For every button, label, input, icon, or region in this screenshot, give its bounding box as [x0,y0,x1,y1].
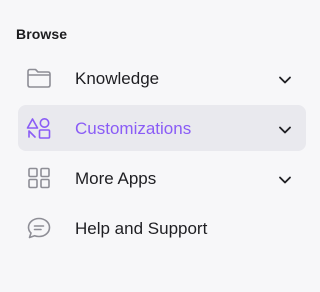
nav-item-help-and-support[interactable]: Help and Support [18,205,306,251]
section-title: Browse [16,26,68,42]
nav-item-label: Help and Support [75,219,208,238]
nav-item-label: More Apps [75,169,157,188]
chevron-down-icon[interactable] [278,122,292,134]
nav-item-label: Customizations [75,119,192,138]
nav-item-customizations[interactable]: Customizations [18,105,306,151]
shapes-icon [26,116,52,140]
folder-icon [26,66,52,90]
nav-item-more-apps[interactable]: More Apps [18,155,306,201]
nav-item-label: Knowledge [75,69,160,88]
chevron-down-icon[interactable] [278,72,292,84]
browse-panel: Browse Knowledge Customizations More App… [0,0,317,292]
nav-item-knowledge[interactable]: Knowledge [18,55,306,101]
chat-bubble-icon [26,216,52,240]
grid-icon [26,166,52,190]
chevron-down-icon[interactable] [278,172,292,184]
browse-nav: Knowledge Customizations More Apps Help … [18,55,306,255]
